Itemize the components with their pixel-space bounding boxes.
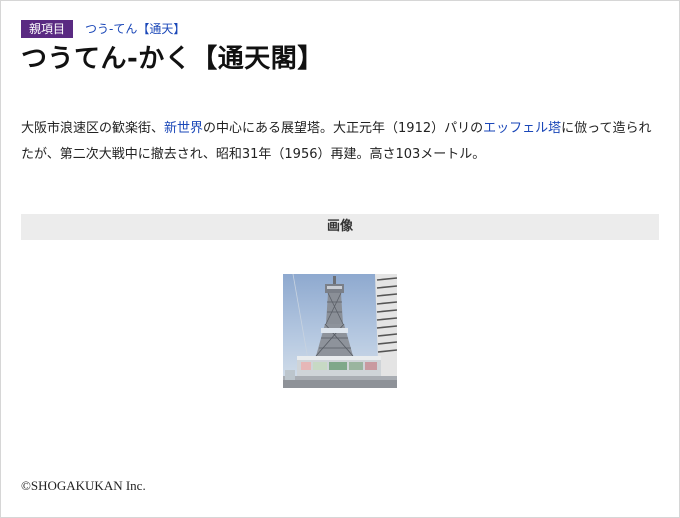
copyright-notice: ©SHOGAKUKAN Inc. [21, 478, 146, 493]
entry-definition: 大阪市浪速区の歓楽街、新世界の中心にある展望塔。大正元年（1912）パリのエッフ… [21, 116, 661, 168]
image-section-header: 画像 [21, 214, 659, 240]
parent-entry-link[interactable]: つう‐てん【通天】 [85, 20, 185, 38]
entry-headword: つうてん‐かく【通天閣】 [21, 44, 324, 74]
definition-text-1: 大阪市浪速区の歓楽街、 [21, 121, 165, 136]
tsutenkaku-photo-thumbnail[interactable] [283, 274, 397, 388]
parent-entry-row: 親項目 つう‐てん【通天】 [21, 19, 185, 39]
dictionary-entry-page: 親項目 つう‐てん【通天】 つうてん‐かく【通天閣】 大阪市浪速区の歓楽街、新世… [0, 0, 680, 518]
parent-entry-badge: 親項目 [21, 20, 74, 38]
tsutenkaku-photo [283, 274, 397, 388]
definition-link-shinsekai[interactable]: 新世界 [164, 121, 203, 136]
definition-link-eiffel-tower[interactable]: エッフェル塔 [483, 121, 561, 136]
definition-text-2: の中心にある展望塔。大正元年（1912）パリの [203, 121, 484, 136]
